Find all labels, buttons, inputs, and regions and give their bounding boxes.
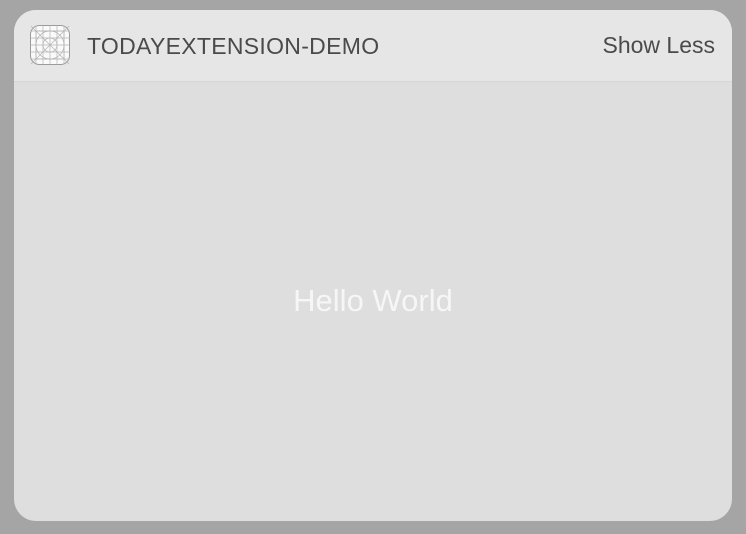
show-less-button[interactable]: Show Less xyxy=(602,31,715,59)
widget-header: TODAYEXTENSION-DEMO Show Less xyxy=(14,10,732,82)
app-name: TODAYEXTENSION-DEMO xyxy=(87,33,380,59)
app-grid-icon xyxy=(30,25,70,65)
widget-body: Hello World xyxy=(14,82,732,521)
today-widget: TODAYEXTENSION-DEMO Show Less Hello Worl… xyxy=(14,10,732,521)
hello-label: Hello World xyxy=(293,283,453,318)
